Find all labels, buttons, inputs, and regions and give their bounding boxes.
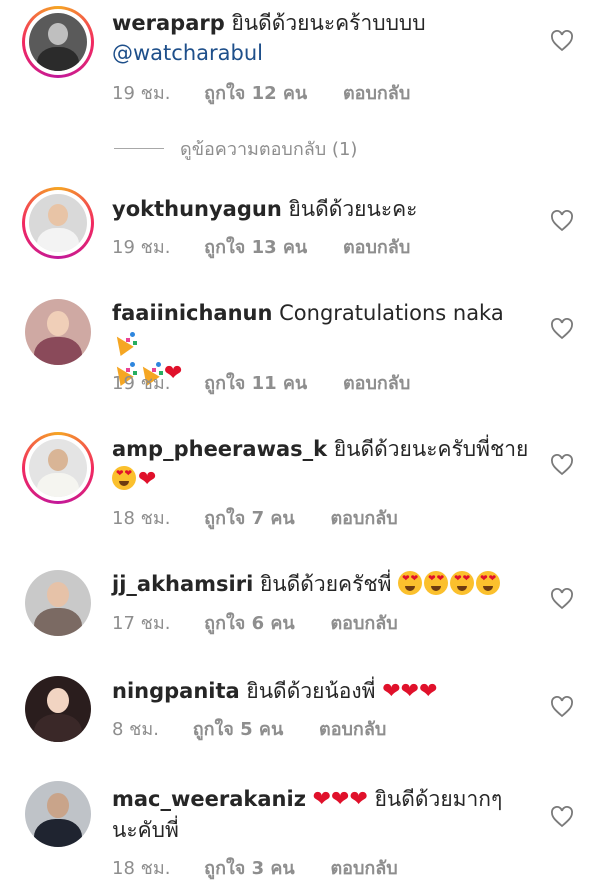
comment-username[interactable]: yokthunyagun [112,197,282,221]
reply-button[interactable]: ตอบกลับ [319,714,386,743]
comment-likes[interactable]: ถูกใจ 12 คน [204,78,307,107]
view-replies-button[interactable]: ดูข้อความตอบกลับ (1) [114,134,357,163]
heart-outline-icon[interactable] [550,454,574,476]
comment-likes[interactable]: ถูกใจ 13 คน [204,232,307,261]
avatar[interactable] [22,567,94,639]
red-heart-emoji: ❤ [312,787,332,812]
heart-eyes-emoji [112,466,136,490]
comment-time: 19 ชม. [112,237,171,258]
comment-text: ยินดีด้วยครัชพี่ [259,572,392,596]
heart-outline-icon[interactable] [550,318,574,340]
reply-button[interactable]: ตอบกลับ [330,503,397,532]
reply-button[interactable]: ตอบกลับ [343,232,410,261]
avatar[interactable] [22,432,94,504]
red-heart-emoji: ❤ [138,467,157,492]
comment-text: ยินดีด้วยน้องพี่ [246,679,376,703]
heart-outline-icon[interactable] [550,588,574,610]
reply-button[interactable]: ตอบกลับ [330,853,397,882]
comment-time: 18 ชม. [112,858,171,879]
comment-likes[interactable]: ถูกใจ 5 คน [193,714,284,743]
party-popper-emoji [110,330,138,356]
red-heart-emoji: ❤ [400,679,420,704]
mention-link[interactable]: @watcharabul [112,38,532,68]
comment-likes[interactable]: ถูกใจ 6 คน [204,608,295,637]
view-replies-label: ดูข้อความตอบกลับ (1) [180,139,358,160]
comment-time: 8 ชม. [112,719,159,740]
red-heart-emoji: ❤ [419,679,438,704]
avatar[interactable] [22,296,94,368]
reply-button[interactable]: ตอบกลับ [330,608,397,637]
comment-username[interactable]: mac_weerakaniz [112,787,306,811]
red-heart-emoji: ❤ [382,679,401,704]
reply-button[interactable]: ตอบกลับ [343,78,410,107]
avatar[interactable] [22,187,94,259]
comment-text: ยินดีด้วยนะครับพี่ชาย [333,437,529,461]
comment-username[interactable]: ningpanita [112,679,240,703]
avatar[interactable] [22,6,94,78]
comment-username[interactable]: jj_akhamsiri [112,572,253,596]
avatar[interactable] [22,673,94,745]
comment-text: Congratulations naka [279,301,504,325]
comment-likes[interactable]: ถูกใจ 11 คน [204,368,307,397]
heart-eyes-emoji [424,571,449,595]
heart-outline-icon[interactable] [550,806,574,828]
comment-time: 19 ชม. [112,373,171,394]
reply-button[interactable]: ตอบกลับ [343,368,410,397]
heart-eyes-emoji [450,571,475,595]
red-heart-emoji: ❤ [349,787,368,812]
comment-likes[interactable]: ถูกใจ 7 คน [204,503,295,532]
comment-likes[interactable]: ถูกใจ 3 คน [204,853,295,882]
comment-text: ยินดีด้วยนะคร้าบบบบ [231,11,426,35]
comment-username[interactable]: faaiinichanun [112,301,272,325]
comment-username[interactable]: weraparp [112,11,225,35]
heart-outline-icon[interactable] [550,30,574,52]
comment-time: 17 ชม. [112,613,171,634]
red-heart-emoji: ❤ [331,787,350,812]
comment-time: 19 ชม. [112,83,171,104]
heart-outline-icon[interactable] [550,696,574,718]
heart-outline-icon[interactable] [550,210,574,232]
comment-username[interactable]: amp_pheerawas_k [112,437,327,461]
heart-eyes-emoji [476,571,501,595]
comment-time: 18 ชม. [112,508,171,529]
comment-text: ยินดีด้วยนะคะ [288,197,418,221]
avatar[interactable] [22,778,94,850]
divider-line [114,148,164,149]
heart-eyes-emoji [398,571,423,595]
